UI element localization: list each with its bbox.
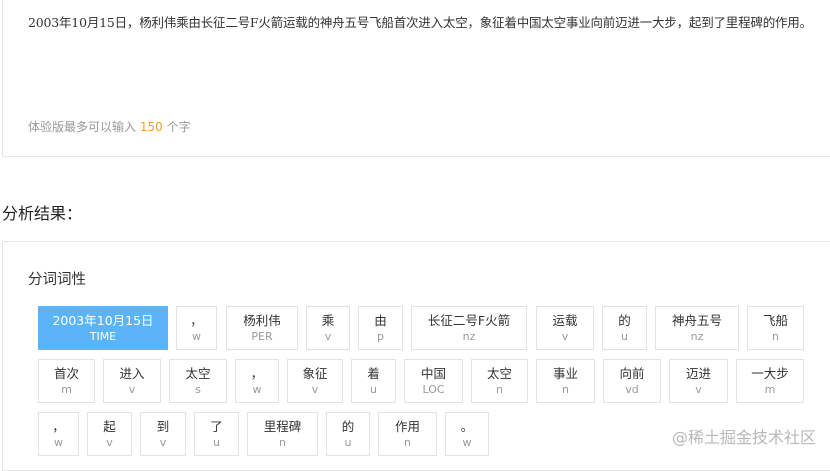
token-word: 迈进 bbox=[685, 366, 711, 381]
section-title: 分析结果： bbox=[2, 204, 83, 223]
input-text[interactable]: 2003年10月15日，杨利伟乘由长征二号F火箭运载的神舟五号飞船首次进入太空，… bbox=[28, 12, 828, 31]
token-tag: n bbox=[772, 330, 779, 343]
token-word: 。 bbox=[460, 419, 474, 434]
token-tag: v bbox=[159, 436, 167, 449]
token-chip[interactable]: 。 w bbox=[445, 412, 489, 456]
token-tag: TIME bbox=[89, 330, 117, 343]
token-word: 到 bbox=[156, 419, 170, 434]
token-tag: n bbox=[562, 383, 569, 396]
token-word: 首次 bbox=[53, 366, 79, 381]
token-tag: v bbox=[128, 383, 136, 396]
token-chip[interactable]: 太空 n bbox=[471, 359, 528, 403]
watermark: @稀土掘金技术社区 bbox=[671, 428, 816, 447]
token-chip[interactable]: 飞船 n bbox=[747, 306, 804, 350]
token-word: 的 bbox=[341, 419, 355, 434]
token-chip[interactable]: 中国 LOC bbox=[404, 359, 463, 403]
token-chip[interactable]: ， w bbox=[38, 412, 79, 456]
token-chip[interactable]: 乘v bbox=[306, 306, 350, 350]
char-limit-hint: 体验版最多可以输入 150 个字 bbox=[28, 118, 191, 135]
token-tag: PER bbox=[251, 330, 273, 343]
token-chip[interactable]: 进入 v bbox=[103, 359, 161, 403]
token-chip[interactable]: 太空 s bbox=[169, 359, 227, 403]
token-word: 象征 bbox=[302, 366, 328, 381]
token-chip[interactable]: 迈进 v bbox=[669, 359, 728, 403]
token-tag: w bbox=[54, 436, 63, 449]
token-tag: w bbox=[192, 330, 201, 343]
token-chip[interactable]: 作用 n bbox=[378, 412, 437, 456]
token-word: ， bbox=[52, 419, 65, 434]
token-word: 进入 bbox=[119, 366, 145, 381]
token-word: 一大步 bbox=[751, 366, 789, 381]
token-tag: u bbox=[344, 436, 352, 449]
token-word: 乘 bbox=[321, 313, 335, 328]
token-chip[interactable]: 事业 n bbox=[536, 359, 595, 403]
token-tag: u bbox=[213, 436, 220, 449]
token-chip[interactable]: 运载 v bbox=[536, 306, 594, 350]
token-tag: m bbox=[764, 383, 776, 396]
limit-prefix: 体验版最多可以输入 bbox=[28, 120, 137, 134]
token-chip[interactable]: 杨利伟 PER bbox=[226, 306, 298, 350]
token-tag: LOC bbox=[422, 383, 445, 396]
token-tag: m bbox=[61, 383, 72, 396]
token-word: 由 bbox=[374, 313, 387, 328]
result-title: 分词词性 bbox=[28, 272, 86, 288]
token-word: 了 bbox=[210, 419, 223, 434]
token-word: 杨利伟 bbox=[243, 313, 281, 328]
token-word: 神舟五号 bbox=[671, 313, 722, 328]
token-tag: n bbox=[496, 383, 503, 396]
limit-number: 150 bbox=[139, 120, 163, 134]
token-tag: n bbox=[279, 436, 286, 449]
token-chip[interactable]: 起v bbox=[87, 412, 132, 456]
token-chip[interactable]: 到v bbox=[140, 412, 186, 456]
token-tag: nz bbox=[690, 330, 704, 343]
token-tag: v bbox=[311, 383, 319, 396]
token-tag: vd bbox=[625, 383, 639, 396]
token-word: ， bbox=[250, 366, 264, 381]
token-chip[interactable]: 由p bbox=[358, 306, 403, 350]
token-chip[interactable]: 2003年10月15日 TIME bbox=[38, 306, 168, 350]
token-chip[interactable]: 里程碑 n bbox=[247, 412, 318, 456]
token-tag: v bbox=[695, 383, 702, 396]
token-word: 运载 bbox=[552, 313, 578, 328]
token-word: 中国 bbox=[420, 366, 446, 381]
token-chip[interactable]: ， w bbox=[235, 359, 279, 403]
token-chip[interactable]: 一大步 m bbox=[736, 359, 804, 403]
token-word: 作用 bbox=[394, 419, 420, 434]
token-word: 着 bbox=[367, 366, 380, 381]
token-chip[interactable]: ， w bbox=[176, 306, 217, 350]
token-chip[interactable]: 首次 m bbox=[38, 359, 95, 403]
token-tag: v bbox=[324, 330, 332, 343]
token-word: 向前 bbox=[619, 366, 645, 381]
token-tag: w bbox=[462, 436, 472, 449]
limit-suffix: 个字 bbox=[166, 120, 191, 134]
token-chip[interactable]: 长征二号F火箭 nz bbox=[411, 306, 527, 350]
token-word: 事业 bbox=[552, 366, 578, 381]
token-word: 的 bbox=[618, 313, 631, 328]
token-tag: s bbox=[195, 383, 201, 396]
token-tag: w bbox=[252, 383, 262, 396]
token-word: 飞船 bbox=[762, 313, 788, 328]
token-word: 长征二号F火箭 bbox=[427, 313, 511, 328]
token-word: 2003年10月15日 bbox=[52, 313, 154, 328]
token-tag: n bbox=[404, 436, 411, 449]
token-word: ， bbox=[190, 313, 203, 328]
token-chip[interactable]: 神舟五号 nz bbox=[655, 306, 739, 350]
token-chip[interactable]: 象征 v bbox=[287, 359, 343, 403]
token-chip[interactable]: 着u bbox=[351, 359, 396, 403]
token-tag: nz bbox=[462, 330, 476, 343]
token-chip[interactable]: 的u bbox=[326, 412, 370, 456]
token-word: 里程碑 bbox=[263, 419, 302, 434]
token-tag: p bbox=[377, 330, 384, 343]
token-tag: u bbox=[621, 330, 628, 343]
token-tag: u bbox=[370, 383, 377, 396]
token-word: 太空 bbox=[185, 366, 211, 381]
token-word: 起 bbox=[103, 419, 116, 434]
token-chip[interactable]: 的u bbox=[602, 306, 647, 350]
token-tag: v bbox=[106, 436, 113, 449]
token-chip[interactable]: 向前 vd bbox=[603, 359, 661, 403]
token-tag: v bbox=[561, 330, 569, 343]
token-word: 太空 bbox=[486, 366, 512, 381]
token-chip[interactable]: 了u bbox=[194, 412, 239, 456]
